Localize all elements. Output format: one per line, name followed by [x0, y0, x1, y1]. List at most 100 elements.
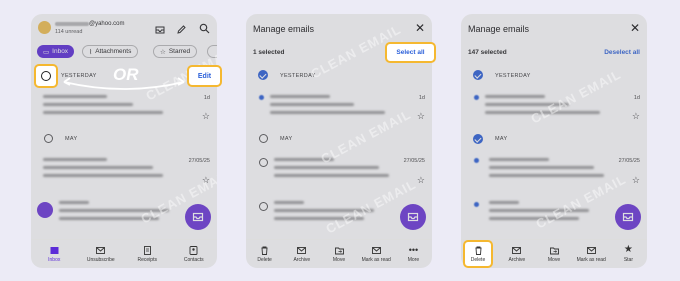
- select-circle[interactable]: [44, 134, 53, 143]
- section-may: MAY: [495, 136, 508, 142]
- archive-icon: [297, 246, 307, 254]
- star-icon[interactable]: ☆: [632, 112, 640, 121]
- section-checkbox[interactable]: [258, 70, 268, 80]
- inbox-screen: @yahoo.com 114 unread ▭ Inbox ⌇ Attachme…: [31, 14, 217, 268]
- email-sender: [59, 201, 89, 204]
- action-archive-label: Archive: [508, 256, 526, 263]
- watermark: CLEAN EMAIL: [533, 171, 629, 232]
- account-email-redacted: [55, 22, 89, 26]
- edit-button[interactable]: Edit: [187, 65, 222, 87]
- email-preview: [274, 174, 389, 177]
- star-icon[interactable]: ☆: [417, 112, 425, 121]
- selected-dot: [259, 95, 264, 100]
- chip-more[interactable]: [207, 45, 217, 58]
- action-mark-read[interactable]: Mark as read: [573, 240, 610, 268]
- email-date: 27/05/25: [618, 158, 640, 164]
- action-mark-read-label: Mark as read: [576, 256, 606, 263]
- email-preview: [59, 217, 159, 220]
- star-filled-icon: ★: [623, 244, 633, 255]
- compose-fab[interactable]: [615, 204, 641, 230]
- section-checkbox[interactable]: [473, 70, 483, 80]
- star-icon[interactable]: ☆: [202, 112, 210, 121]
- chip-inbox[interactable]: ▭ Inbox: [37, 45, 75, 58]
- star-icon[interactable]: ☆: [202, 176, 210, 185]
- email-subject: [489, 166, 594, 169]
- close-icon[interactable]: ✕: [630, 22, 640, 34]
- email-date: 27/05/25: [188, 158, 210, 164]
- section-checkbox[interactable]: [259, 134, 268, 143]
- archive-icon: [512, 246, 522, 254]
- unread-count: 114 unread: [55, 29, 83, 35]
- selected-dot: [474, 95, 479, 100]
- email-preview: [270, 111, 385, 114]
- delete-button-label: Delete: [470, 256, 486, 263]
- action-archive[interactable]: Archive: [283, 240, 320, 268]
- action-move-label: Move: [332, 256, 346, 263]
- email-subject: [489, 209, 589, 212]
- select-all-label: Select all: [396, 49, 425, 56]
- star-icon[interactable]: ☆: [632, 176, 640, 185]
- email-preview: [43, 174, 163, 177]
- compose-fab[interactable]: [400, 204, 426, 230]
- delete-button[interactable]: Delete: [463, 240, 493, 268]
- email-date: 1d: [633, 95, 640, 101]
- avatar[interactable]: [38, 21, 51, 34]
- email-preview: [485, 111, 600, 114]
- nav-contacts[interactable]: Contacts: [171, 240, 218, 268]
- email-date: 1d: [418, 95, 425, 101]
- action-more[interactable]: ••• More: [395, 240, 432, 268]
- action-archive-label: Archive: [293, 256, 311, 263]
- email-subject: [274, 209, 374, 212]
- folder-move-icon: [549, 247, 559, 254]
- nav-contacts-label: Contacts: [183, 256, 204, 263]
- nav-unsubscribe[interactable]: Unsubscribe: [78, 240, 125, 268]
- mailbox-icon[interactable]: [155, 22, 165, 40]
- email-sender: [43, 95, 107, 98]
- inbox-fab-icon: [622, 212, 634, 222]
- folder-move-icon: [334, 247, 344, 254]
- action-move[interactable]: Move: [320, 240, 357, 268]
- action-delete[interactable]: Delete: [246, 240, 283, 268]
- email-sender: [43, 158, 107, 161]
- action-star[interactable]: ★ Star: [610, 240, 647, 268]
- nav-inbox[interactable]: Inbox: [31, 240, 78, 268]
- email-date: 1d: [203, 95, 210, 101]
- compose-fab[interactable]: [185, 204, 211, 230]
- select-circle-highlight[interactable]: [34, 64, 58, 88]
- more-dots-icon: •••: [408, 244, 419, 255]
- deselect-all-button[interactable]: Deselect all: [604, 49, 640, 56]
- compose-pencil-icon[interactable]: [176, 22, 186, 40]
- email-sender: [270, 95, 330, 98]
- nav-receipts-label: Receipts: [137, 256, 157, 263]
- action-bar: Delete Archive Move Mark as read ••• Mor…: [246, 239, 432, 268]
- section-checkbox[interactable]: [473, 134, 483, 144]
- email-preview: [274, 217, 364, 220]
- action-mark-read[interactable]: Mark as read: [358, 240, 395, 268]
- chip-attachments[interactable]: ⌇ Attachments: [82, 45, 139, 58]
- email-preview: [489, 174, 604, 177]
- email-preview: [489, 217, 579, 220]
- mail-open-icon: [371, 246, 381, 254]
- action-more-label: More: [407, 256, 420, 263]
- nav-receipts[interactable]: Receipts: [124, 240, 171, 268]
- search-icon[interactable]: [199, 21, 210, 39]
- row-checkbox[interactable]: [259, 202, 268, 211]
- inbox-fab-icon: [407, 212, 419, 222]
- selected-dot: [474, 158, 479, 163]
- mail-open-icon: [586, 246, 596, 254]
- chip-starred[interactable]: ☆ Starred: [153, 45, 198, 58]
- row-checkbox[interactable]: [259, 158, 268, 167]
- email-sender: [274, 201, 304, 204]
- page-title: Manage emails: [468, 24, 530, 34]
- inbox-icon: [50, 246, 59, 254]
- action-archive[interactable]: Archive: [498, 240, 535, 268]
- nav-unsubscribe-label: Unsubscribe: [86, 256, 115, 263]
- star-icon[interactable]: ☆: [417, 176, 425, 185]
- select-all-button[interactable]: Select all: [385, 42, 436, 63]
- chip-inbox-label: Inbox: [52, 48, 69, 55]
- trash-icon: [261, 246, 268, 255]
- account-email: @yahoo.com: [89, 21, 125, 27]
- action-move[interactable]: Move: [535, 240, 572, 268]
- email-sender: [489, 158, 549, 161]
- close-icon[interactable]: ✕: [415, 22, 425, 34]
